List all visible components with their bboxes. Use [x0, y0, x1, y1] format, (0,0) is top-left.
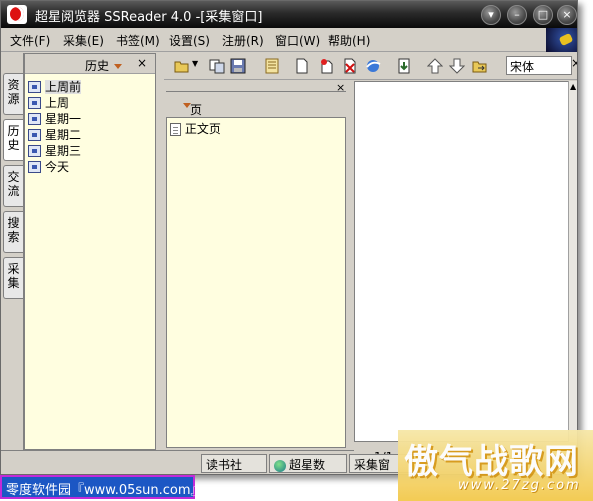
- history-panel-title[interactable]: 历史: [85, 57, 123, 74]
- globe-icon: [274, 459, 286, 472]
- folder-arrow-icon[interactable]: [472, 58, 488, 74]
- panel-splitter[interactable]: [156, 53, 164, 450]
- copy-pages-icon[interactable]: [209, 58, 225, 74]
- close-button[interactable]: ×: [557, 5, 577, 25]
- book-icon[interactable]: [264, 58, 280, 74]
- history-panel-close-button[interactable]: ×: [137, 56, 147, 70]
- calendar-icon: [28, 128, 41, 141]
- page-list-panel: × 页列表 正文页: [164, 81, 348, 450]
- menu-help[interactable]: 帮助(H): [328, 32, 370, 49]
- toolbar: ▼ 宋体 ×: [164, 53, 577, 80]
- open-folder-icon[interactable]: [174, 58, 190, 74]
- history-panel: 历史 × 上周前 上周 星期一 星期二 星期三 今天: [24, 53, 156, 450]
- insert-page-icon[interactable]: [319, 58, 335, 74]
- menu-bookmark[interactable]: 书签(M): [116, 32, 160, 49]
- page-list: 正文页: [166, 117, 346, 448]
- calendar-icon: [28, 80, 41, 93]
- maximize-button[interactable]: □: [533, 5, 553, 25]
- watermark-banner: 零度软件园『www.05sun.com』: [0, 475, 204, 499]
- tab-resources[interactable]: 资源: [3, 73, 23, 115]
- history-item[interactable]: 上周前: [28, 78, 82, 94]
- new-page-icon[interactable]: [294, 58, 310, 74]
- vertical-scrollbar[interactable]: ▲: [568, 81, 577, 442]
- brand-logo-text: 傲气战歌网: [404, 442, 579, 482]
- window-menu-icon[interactable]: ▾: [481, 5, 501, 25]
- tab-history[interactable]: 历史: [3, 119, 23, 161]
- calendar-icon: [28, 144, 41, 157]
- task-bar: 读书社 超星数 采集窗: [1, 450, 419, 474]
- menu-settings[interactable]: 设置(S): [169, 32, 210, 49]
- tab-collect[interactable]: 采集: [3, 257, 23, 299]
- toolbar-close-button[interactable]: ×: [571, 56, 577, 70]
- page-list-item[interactable]: 正文页: [170, 120, 221, 137]
- app-window: 超星阅览器 SSReader 4.0 -[采集窗口] ▾ – □ × 文件(F)…: [0, 0, 578, 475]
- app-logo-icon: [7, 5, 27, 24]
- tab-exchange[interactable]: 交流: [3, 165, 23, 207]
- calendar-icon: [28, 96, 41, 109]
- save-icon[interactable]: [230, 58, 246, 74]
- brand-watermark-logo: 傲气战歌网 www.27zg.com: [398, 430, 593, 501]
- calendar-icon: [28, 112, 41, 125]
- tab-search[interactable]: 搜索: [3, 211, 23, 253]
- brand-animation-icon: [546, 28, 577, 52]
- open-dropdown-icon[interactable]: ▼: [192, 59, 198, 68]
- font-select[interactable]: 宋体: [506, 56, 572, 75]
- import-page-icon[interactable]: [396, 58, 412, 74]
- scroll-up-icon[interactable]: ▲: [570, 83, 576, 91]
- menu-window[interactable]: 窗口(W): [275, 32, 320, 49]
- title-bar[interactable]: 超星阅览器 SSReader 4.0 -[采集窗口] ▾ – □ ×: [1, 1, 577, 28]
- history-item[interactable]: 星期三: [28, 142, 81, 158]
- window-title: 超星阅览器 SSReader 4.0 -[采集窗口]: [35, 10, 263, 25]
- page-content-view[interactable]: [354, 81, 577, 442]
- task-button-superstar[interactable]: 超星数: [269, 454, 347, 473]
- menu-collect[interactable]: 采集(E): [63, 32, 104, 49]
- task-button-reading[interactable]: 读书社: [201, 454, 267, 473]
- page-list-header[interactable]: 页列表: [166, 95, 346, 151]
- history-item[interactable]: 上周: [28, 94, 69, 110]
- delete-page-icon[interactable]: [342, 58, 358, 74]
- menu-bar: 文件(F) 采集(E) 书签(M) 设置(S) 注册(R) 窗口(W) 帮助(H…: [1, 28, 577, 52]
- calendar-icon: [28, 160, 41, 173]
- minimize-button[interactable]: –: [507, 5, 527, 25]
- history-item[interactable]: 星期二: [28, 126, 81, 142]
- panel-splitter[interactable]: [348, 81, 353, 450]
- document-icon: [170, 123, 181, 136]
- page-list-close-button[interactable]: ×: [336, 81, 345, 94]
- history-item[interactable]: 今天: [28, 158, 69, 174]
- panel-divider: [166, 91, 346, 92]
- move-up-icon[interactable]: [427, 58, 443, 74]
- move-down-icon[interactable]: [449, 58, 465, 74]
- dropdown-arrow-icon: [114, 64, 123, 69]
- history-panel-header: 历史 ×: [25, 54, 155, 74]
- history-item[interactable]: 星期一: [28, 110, 81, 126]
- browser-icon[interactable]: [365, 58, 381, 74]
- brand-logo-domain: www.27zg.com: [458, 478, 581, 493]
- side-tab-strip: 资源 历史 交流 搜索 采集: [1, 53, 24, 450]
- menu-file[interactable]: 文件(F): [10, 32, 50, 49]
- menu-register[interactable]: 注册(R): [222, 32, 264, 49]
